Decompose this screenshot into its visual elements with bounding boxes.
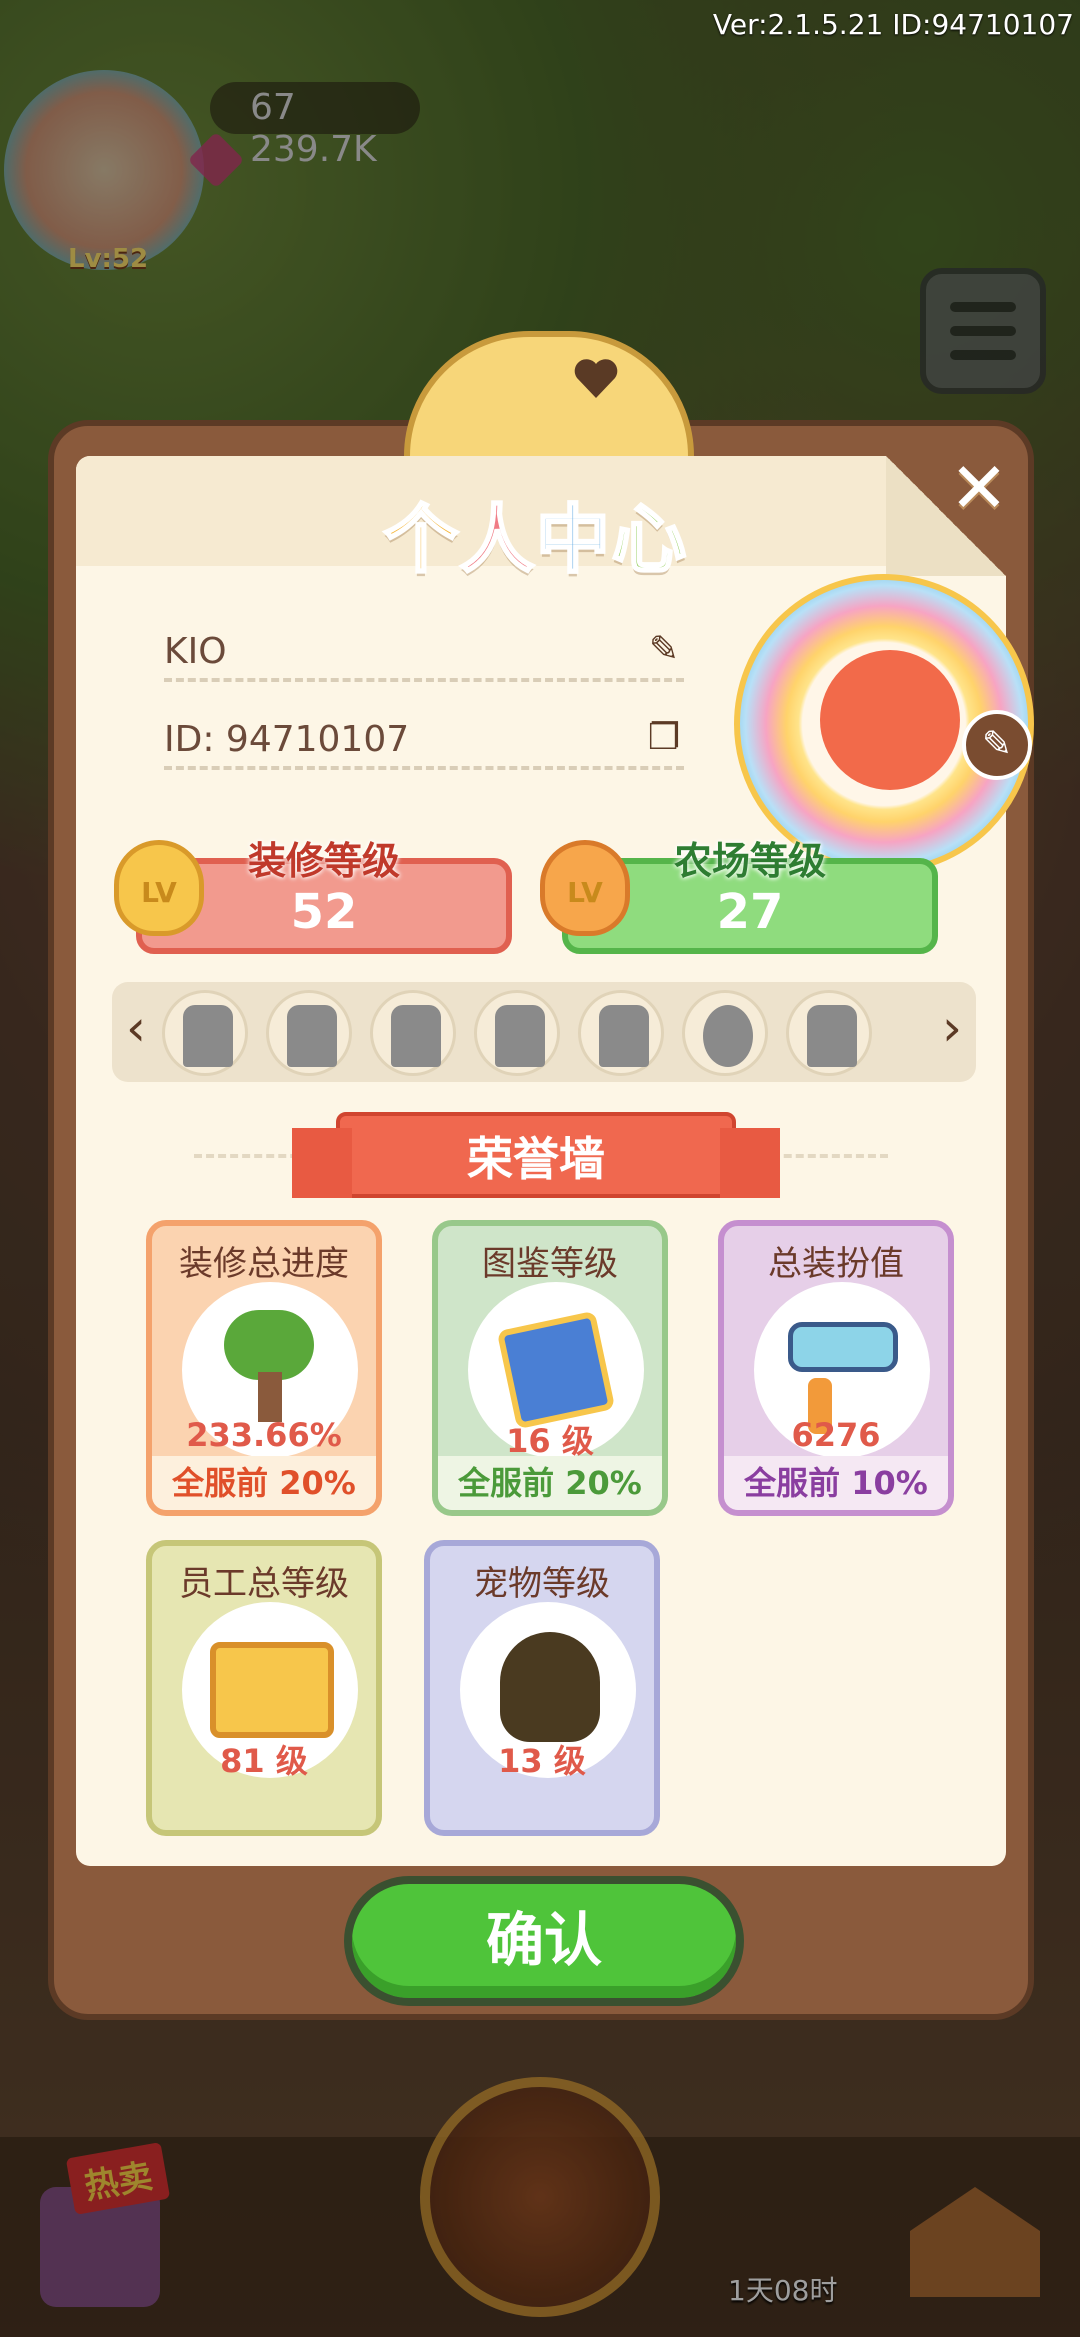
card-rank: 全服前 10% xyxy=(724,1456,948,1510)
trophy-badge[interactable] xyxy=(266,990,352,1076)
trophy-badge[interactable] xyxy=(162,990,248,1076)
trophy-badge[interactable] xyxy=(578,990,664,1076)
stat-card-decoration-progress[interactable]: 装修总进度 233.66% 全服前 20% xyxy=(146,1220,382,1516)
decoration-level-box: LV 装修等级 52 xyxy=(114,839,512,954)
close-button[interactable]: ✕ xyxy=(944,453,1014,526)
pencil-icon: ✎ xyxy=(981,724,1013,765)
stat-card-collection-level[interactable]: 图鉴等级 16 级 全服前 20% xyxy=(432,1220,668,1516)
trophy-carousel: ‹ › xyxy=(112,982,976,1082)
farm-level-label: 农场等级 xyxy=(673,839,826,883)
tree-icon xyxy=(224,1310,314,1380)
stat-card-staff-level[interactable]: 员工总等级 81 级 xyxy=(146,1540,382,1836)
book-icon xyxy=(496,1310,616,1430)
profile-dialog: ✕ 个人中心 KIO ✎ ID: 94710107 ❐ ✎ LV 装修等级 52… xyxy=(48,331,1034,2020)
card-rank: 全服前 20% xyxy=(152,1456,376,1510)
card-title: 员工总等级 xyxy=(179,1564,349,1604)
card-title: 图鉴等级 xyxy=(482,1244,618,1284)
stat-card-outfit-value[interactable]: 总装扮值 6276 全服前 10% xyxy=(718,1220,954,1516)
nickname-text: KIO xyxy=(164,631,227,672)
card-rank: 全服前 20% xyxy=(438,1456,662,1510)
farm-level-box: LV 农场等级 27 xyxy=(540,839,938,954)
dialog-title: 个人中心 xyxy=(383,496,688,585)
trophy-badge[interactable] xyxy=(370,990,456,1076)
trophy-badge[interactable] xyxy=(474,990,560,1076)
id-card-icon xyxy=(210,1642,334,1738)
close-icon: ✕ xyxy=(949,447,1009,529)
nickname-field: KIO ✎ xyxy=(164,622,684,682)
dragon-avatar-image xyxy=(820,650,960,790)
avatar-edit-button[interactable]: ✎ xyxy=(962,710,1032,780)
trophy-badge[interactable] xyxy=(786,990,872,1076)
player-id-text: ID: 94710107 xyxy=(164,719,410,760)
version-label: Ver:2.1.5.21 ID:94710107 xyxy=(712,8,1074,41)
card-title: 总装扮值 xyxy=(768,1244,904,1284)
stat-card-pet-level[interactable]: 宠物等级 13 级 xyxy=(424,1540,660,1836)
profile-avatar[interactable]: ✎ xyxy=(734,574,1034,874)
card-title: 宠物等级 xyxy=(474,1564,610,1604)
pencil-icon[interactable]: ✎ xyxy=(644,630,684,670)
card-title: 装修总进度 xyxy=(179,1244,349,1284)
card-value: 6276 xyxy=(791,1416,881,1454)
card-value: 233.66% xyxy=(186,1416,342,1454)
card-value: 81 级 xyxy=(220,1742,308,1780)
chevron-left-icon[interactable]: ‹ xyxy=(116,998,156,1058)
decoration-level-label: 装修等级 xyxy=(247,839,400,883)
trophy-badge[interactable] xyxy=(682,990,768,1076)
decoration-level-value: 52 xyxy=(290,884,358,940)
card-value: 13 级 xyxy=(498,1742,586,1780)
honor-wall-ribbon: 荣誉墙 xyxy=(292,1112,780,1198)
pet-icon xyxy=(500,1632,600,1742)
id-field: ID: 94710107 ❐ xyxy=(164,710,684,770)
copy-icon[interactable]: ❐ xyxy=(644,718,684,758)
chevron-right-icon[interactable]: › xyxy=(932,998,972,1058)
confirm-button[interactable]: 确认 xyxy=(344,1876,744,2006)
paint-roller-icon xyxy=(788,1322,898,1372)
farm-level-value: 27 xyxy=(716,884,784,940)
